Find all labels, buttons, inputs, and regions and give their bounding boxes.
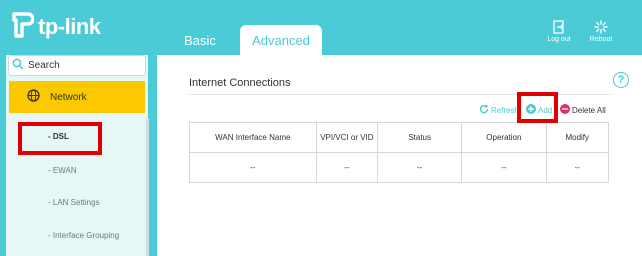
delete-all-label: Delete All [572,105,606,115]
table-cell: -- [189,152,317,183]
search-input[interactable]: Search [8,55,146,76]
reboot-icon [583,20,619,34]
search-icon [9,58,28,73]
refresh-icon [479,104,491,116]
table-cell: -- [316,152,379,183]
table-cell: -- [461,152,547,183]
delete-icon [560,104,572,116]
sidebar-item-lan-settings[interactable]: - LAN Settings [48,198,100,207]
logout-label: Log out [547,36,571,43]
dsl-highlight-box [18,122,102,155]
table-row: -- -- -- -- -- [189,152,609,183]
tab-advanced[interactable]: Advanced [240,25,322,55]
add-highlight-box [517,92,558,123]
logout-icon [541,20,577,34]
search-placeholder: Search [28,60,60,71]
page-title: Internet Connections [189,77,291,89]
column-header: VPI/VCI or VID [316,122,379,153]
refresh-button[interactable]: Refresh [479,104,519,116]
sidebar-item-network[interactable]: Network [9,81,145,113]
table-cell: -- [574,163,580,172]
sidebar-item-interface-grouping[interactable]: - Interface Grouping [48,231,119,240]
globe-icon [9,89,50,105]
table-header-row: WAN Interface Name VPI/VCI or VID Status… [189,122,609,153]
column-header: Modify [546,122,609,153]
sidebar-scrollbar[interactable] [146,118,149,256]
sidebar: Search Network - DSL - EWAN - LAN Settin… [6,55,148,256]
brand-logo: tp-link [8,10,101,43]
help-icon[interactable]: ? [613,72,629,88]
tp-link-logo-icon [8,10,35,43]
brand-name: tp-link [38,13,101,39]
tab-basic[interactable]: Basic [172,25,228,55]
delete-all-button[interactable]: Delete All [560,104,606,116]
table-cell: -- [377,152,463,183]
refresh-label: Refresh [491,105,520,115]
top-header: tp-link Basic Advanced Log out Reboot [0,0,642,55]
internet-connections-table: WAN Interface Name VPI/VCI or VID Status… [189,122,609,183]
sidebar-item-network-label: Network [50,91,87,103]
column-header: WAN Interface Name [189,122,317,153]
logout-button[interactable]: Log out [541,20,577,43]
reboot-label: Reboot [589,36,613,43]
reboot-button[interactable]: Reboot [583,20,619,43]
column-header: Operation [461,122,547,153]
sidebar-item-ewan[interactable]: - EWAN [48,166,77,175]
column-header: Status [377,122,463,153]
main-content: Internet Connections ? Refresh Add Delet… [157,55,642,256]
